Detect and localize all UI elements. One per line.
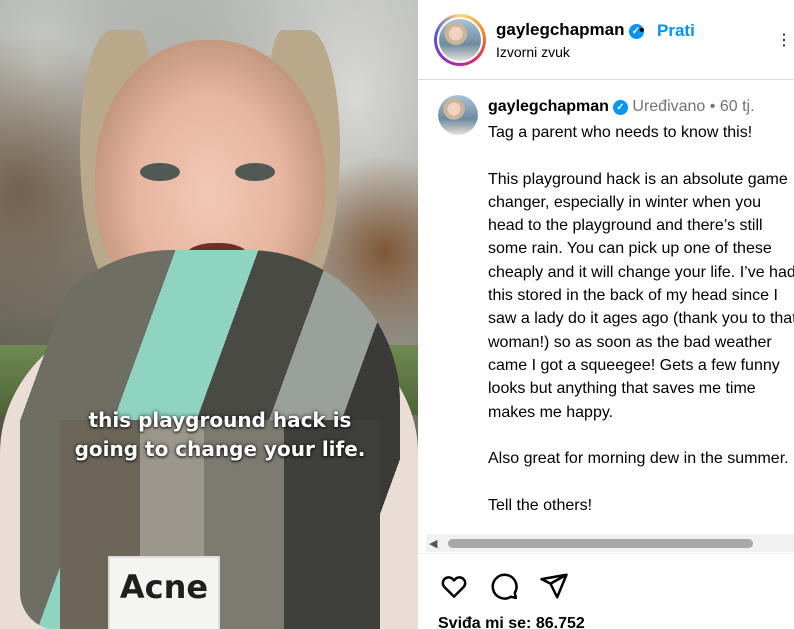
scrollbar-thumb[interactable] [448,539,753,548]
horizontal-scrollbar[interactable]: ◀ [426,534,794,552]
comment-edited-label: Uređivano [632,98,706,115]
video-caption-line-1: this playground hack is [88,408,352,432]
comments-area[interactable]: gaylegchapman ✓ Uređivano • 60 tj. Tag a … [418,81,794,531]
avatar-image [439,19,481,61]
video-eyes [140,163,280,183]
post-panel: gaylegchapman ✓ • Prati Izvorni zvuk ⋮ ga… [418,0,794,629]
header-separator: • [639,22,645,39]
comment-header: gaylegchapman ✓ Uređivano • 60 tj. [488,98,755,116]
scroll-left-icon[interactable]: ◀ [429,537,437,550]
post-header: gaylegchapman ✓ • Prati Izvorni zvuk ⋮ [418,0,794,80]
comment-verified-badge-icon: ✓ [612,100,628,115]
comment-age[interactable]: 60 tj. [720,98,755,115]
video-caption: this playground hack is going to change … [40,406,400,464]
comment-avatar[interactable] [438,95,478,135]
comment-separator: • [709,98,716,115]
comment-icon[interactable] [489,571,519,601]
caption-text: Tag a parent who needs to know this! Thi… [488,124,794,514]
follow-button[interactable]: Prati [657,21,695,41]
story-avatar[interactable] [434,14,486,66]
scarf-label-tag: Acne [108,556,220,629]
post-actions: Sviđa mi se: 86.752 [418,553,794,629]
header-username[interactable]: gaylegchapman [496,20,625,39]
more-icon[interactable]: ⋮ [776,30,792,50]
reel-video[interactable]: this playground hack is going to change … [0,0,418,629]
video-caption-line-2: going to change your life. [74,437,366,461]
audio-label[interactable]: Izvorni zvuk [496,44,570,60]
likes-count[interactable]: Sviđa mi se: 86.752 [438,615,585,629]
header-username-row[interactable]: gaylegchapman ✓ [496,20,644,40]
comment-username[interactable]: gaylegchapman [488,98,609,115]
comment-avatar-image [438,95,478,135]
heart-icon[interactable] [439,571,469,601]
share-icon[interactable] [539,571,569,601]
